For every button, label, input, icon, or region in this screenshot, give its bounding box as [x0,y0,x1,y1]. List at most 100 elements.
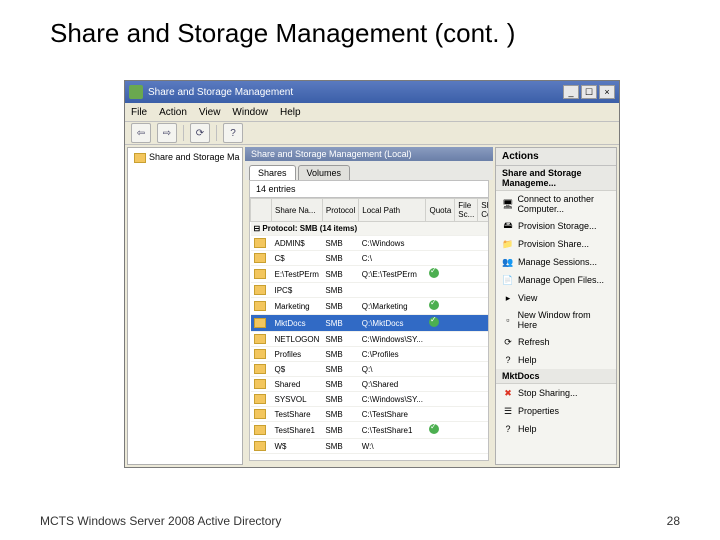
back-button[interactable]: ⇦ [131,123,151,143]
maximize-button[interactable]: ☐ [581,85,597,99]
table-row[interactable]: MarketingSMBQ:\Marketing1.61 GB [251,298,490,315]
action-item[interactable]: 🖥Connect to another Computer... [496,191,616,217]
table-row[interactable]: TestShare1SMBC:\TestShare11.61 GB [251,422,490,439]
actions-panel: Actions Share and Storage Manageme... 🖥C… [495,147,617,465]
col-header[interactable]: File Sc... [455,199,478,222]
col-header[interactable] [251,199,272,222]
share-icon [254,441,266,451]
table-row[interactable]: SharedSMBQ:\Shared1.61 GB [251,377,490,392]
action-label: Provision Storage... [518,221,597,231]
share-icon [254,409,266,419]
table-wrap[interactable]: Share Na...ProtocolLocal PathQuotaFile S… [249,197,489,461]
refresh-button[interactable]: ⟳ [190,123,210,143]
table-row[interactable]: ProfilesSMBC:\Profiles7.62 GB [251,347,490,362]
action-label: Refresh [518,337,550,347]
col-header[interactable]: Local Path [359,199,426,222]
separator [216,125,217,141]
action-label: New Window from Here [518,310,610,330]
share-icon [254,253,266,263]
slide-title: Share and Storage Management (cont. ) [0,0,720,61]
menu-view[interactable]: View [199,107,221,118]
table-row[interactable]: SYSVOLSMBC:\Windows\SY...7.62 GB [251,392,490,407]
main-panel: Share and Storage Management (Local) Sha… [245,147,493,465]
share-icon [254,334,266,344]
help-icon: ? [502,423,514,435]
collapse-icon[interactable]: ⊟ [254,224,261,233]
tree-root[interactable]: Share and Storage Management [130,150,240,165]
action-label: Manage Open Files... [518,275,604,285]
action-item[interactable]: 🖴 Provision Storage... [496,217,616,235]
help-icon: ? [502,354,514,366]
session-icon: 👥 [502,256,514,268]
col-header[interactable]: Protocol [322,199,358,222]
col-header[interactable]: Quota [426,199,455,222]
file-icon: 📄 [502,274,514,286]
menu-file[interactable]: File [131,107,147,118]
props-icon: ☰ [502,405,514,417]
action-item[interactable]: 📄 Manage Open Files... [496,271,616,289]
help-button[interactable]: ? [223,123,243,143]
table-row[interactable]: NETLOGONSMBC:\Windows\SY...7.62 GB [251,332,490,347]
tab-shares[interactable]: Shares [249,165,296,180]
menu-window[interactable]: Window [232,107,268,118]
action-label: Stop Sharing... [518,388,578,398]
action-item[interactable]: ✖Stop Sharing... [496,384,616,402]
menubar: File Action View Window Help [125,103,619,122]
table-row[interactable]: W$SMBW:\5.86 GB [251,439,490,454]
slide-footer: MCTS Windows Server 2008 Active Director… [40,514,680,528]
action-item[interactable]: 👥 Manage Sessions... [496,253,616,271]
tree-panel: Share and Storage Management [127,147,243,465]
action-label: Help [518,424,537,434]
forward-button[interactable]: ⇨ [157,123,177,143]
action-label: Provision Share... [518,239,589,249]
main-header: Share and Storage Management (Local) [245,147,493,161]
menu-help[interactable]: Help [280,107,301,118]
ok-icon [429,317,439,327]
action-item[interactable]: ⟳ Refresh [496,333,616,351]
window-icon: ▫ [502,314,514,326]
window-title: Share and Storage Management [148,87,293,98]
share-icon [254,364,266,374]
entry-count: 14 entries [249,180,489,197]
table-row[interactable]: MktDocsSMBQ:\MktDocs1.61 GB [251,315,490,332]
disk-icon: 🖴 [502,220,514,232]
refresh-icon: ⟳ [502,336,514,348]
col-header[interactable]: Share Na... [272,199,323,222]
close-button[interactable]: × [599,85,615,99]
share-icon: 📁 [502,238,514,250]
action-label: Properties [518,406,559,416]
table-row[interactable]: Q$SMBQ:\1.61 GB [251,362,490,377]
computer-icon: 🖥 [502,198,513,210]
table-row[interactable]: E:\TestPErmSMBQ:\E:\TestPErm1.61 GB [251,266,490,283]
col-header[interactable]: Shadow Co... [478,199,489,222]
action-item[interactable]: ☰ Properties [496,402,616,420]
table-row[interactable]: ADMIN$SMBC:\Windows7.62 GB [251,236,490,251]
action-item[interactable]: ? Help [496,420,616,438]
group-row[interactable]: ⊟ Protocol: SMB (14 items) [251,222,490,236]
shares-table: Share Na...ProtocolLocal PathQuotaFile S… [250,198,489,454]
action-label: Manage Sessions... [518,257,597,267]
view-icon: ▸ [502,292,514,304]
share-icon [254,318,266,328]
ok-icon [429,424,439,434]
app-window: Share and Storage Management _ ☐ × File … [124,80,620,468]
table-row[interactable]: C$SMBC:\7.62 GB [251,251,490,266]
action-item[interactable]: 📁 Provision Share... [496,235,616,253]
separator [183,125,184,141]
table-row[interactable]: IPC$SMB- [251,283,490,298]
table-row[interactable]: TestShareSMBC:\TestShare7.62 GB [251,407,490,422]
action-label: Help [518,355,537,365]
share-icon [254,285,266,295]
actions-section-global: Share and Storage Manageme... [496,166,616,191]
share-icon [254,394,266,404]
menu-action[interactable]: Action [159,107,187,118]
action-item[interactable]: ▸View [496,289,616,307]
minimize-button[interactable]: _ [563,85,579,99]
action-item[interactable]: ▫ New Window from Here [496,307,616,333]
actions-header: Actions [496,148,616,166]
share-icon [254,269,266,279]
tab-volumes[interactable]: Volumes [298,165,351,180]
action-item[interactable]: ? Help [496,351,616,369]
titlebar: Share and Storage Management _ ☐ × [125,81,619,103]
ok-icon [429,300,439,310]
